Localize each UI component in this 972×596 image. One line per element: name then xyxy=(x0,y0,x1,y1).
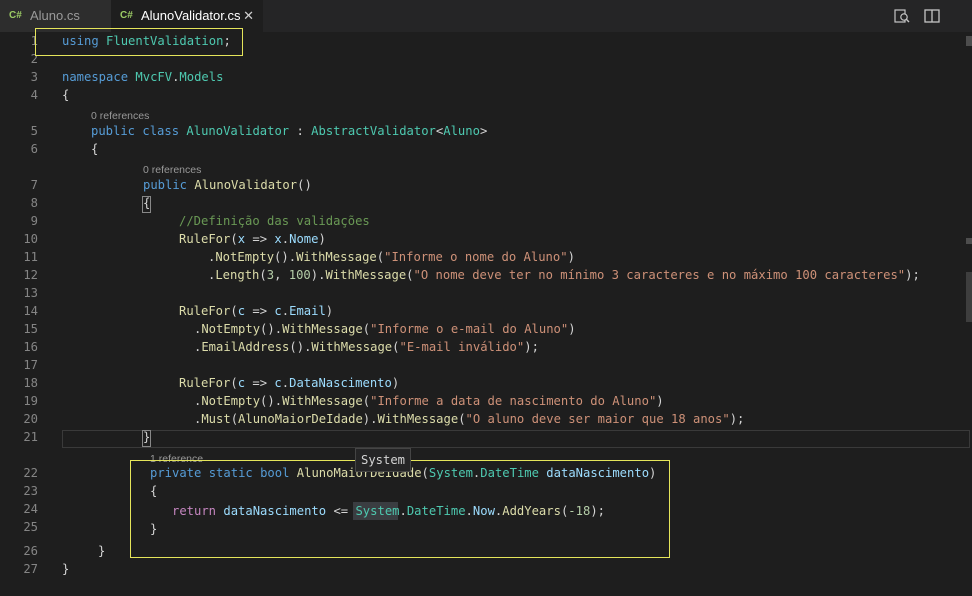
scrollbar-thumb[interactable] xyxy=(966,272,972,322)
code-lens-references[interactable]: 0 references xyxy=(91,109,149,123)
line-number: 23 xyxy=(23,484,38,498)
line-number: 15 xyxy=(23,322,38,336)
code-editor[interactable]: 1 2 3 4 5 6 7 8 9 10 11 12 13 14 15 16 1… xyxy=(0,28,972,596)
line-number: 17 xyxy=(23,358,38,372)
line-number: 18 xyxy=(23,376,38,390)
scrollbar-marker xyxy=(966,238,972,244)
line-number: 24 xyxy=(23,502,38,516)
line-number: 2 xyxy=(30,52,38,66)
code-line-6: { xyxy=(91,142,99,156)
line-number: 13 xyxy=(23,286,38,300)
line-number: 21 xyxy=(23,430,38,444)
line-number: 10 xyxy=(23,232,38,246)
line-number: 27 xyxy=(23,562,38,576)
code-line-10: RuleFor(x => x.Nome) xyxy=(179,232,326,246)
annotation-highlight-box xyxy=(130,460,670,558)
vertical-scrollbar[interactable] xyxy=(958,32,972,596)
hover-tooltip: System xyxy=(355,448,412,472)
scrollbar-marker xyxy=(966,36,972,46)
line-number: 16 xyxy=(23,340,38,354)
line-number: 4 xyxy=(30,88,38,102)
code-line-15: .NotEmpty().WithMessage("Informe o e-mai… xyxy=(194,322,576,336)
line-number: 7 xyxy=(30,178,38,192)
code-line-26: } xyxy=(98,544,106,558)
line-number: 5 xyxy=(30,124,38,138)
line-number: 8 xyxy=(30,196,38,210)
code-line-7: public AlunoValidator() xyxy=(143,178,312,192)
code-line-5: public class AlunoValidator : AbstractVa… xyxy=(91,124,488,138)
open-changes-icon[interactable] xyxy=(893,7,911,25)
code-line-9: //Definição das validações xyxy=(179,214,370,228)
current-line-highlight xyxy=(62,430,970,448)
line-number: 3 xyxy=(30,70,38,84)
line-number: 20 xyxy=(23,412,38,426)
code-line-21: } xyxy=(143,430,151,444)
code-line-27: } xyxy=(62,562,70,576)
code-line-14: RuleFor(c => c.Email) xyxy=(179,304,334,318)
line-number: 25 xyxy=(23,520,38,534)
line-number: 26 xyxy=(23,544,38,558)
code-line-16: .EmailAddress().WithMessage("E-mail invá… xyxy=(194,340,539,354)
close-icon[interactable]: ✕ xyxy=(243,0,254,32)
code-line-11: .NotEmpty().WithMessage("Informe o nome … xyxy=(208,250,575,264)
code-line-8: { xyxy=(143,196,151,210)
line-number: 19 xyxy=(23,394,38,408)
line-number: 11 xyxy=(23,250,38,264)
annotation-highlight-box xyxy=(35,28,243,56)
line-number: 22 xyxy=(23,466,38,480)
line-number-gutter: 1 2 3 4 5 6 7 8 9 10 11 12 13 14 15 16 1… xyxy=(0,32,48,596)
code-line-3: namespace MvcFV.Models xyxy=(62,70,224,84)
line-number: 9 xyxy=(30,214,38,228)
line-number: 1 xyxy=(30,34,38,48)
line-number: 12 xyxy=(23,268,38,282)
code-line-20: .Must(AlunoMaiorDeIdade).WithMessage("O … xyxy=(194,412,745,426)
split-editor-icon[interactable] xyxy=(923,7,941,25)
code-lens-references[interactable]: 0 references xyxy=(143,163,201,177)
line-number: 6 xyxy=(30,142,38,156)
csharp-file-icon: C# xyxy=(9,10,22,21)
line-number: 14 xyxy=(23,304,38,318)
code-line-18: RuleFor(c => c.DataNascimento) xyxy=(179,376,400,390)
code-line-19: .NotEmpty().WithMessage("Informe a data … xyxy=(194,394,664,408)
code-line-12: .Length(3, 100).WithMessage("O nome deve… xyxy=(208,268,920,282)
code-line-4: { xyxy=(62,88,70,102)
